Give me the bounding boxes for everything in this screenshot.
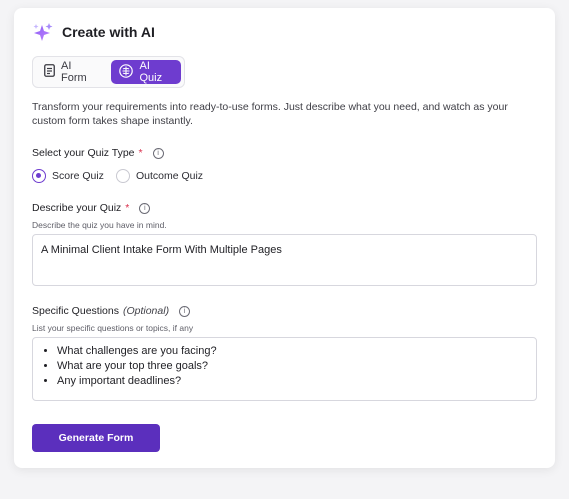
sparkle-icon <box>32 22 54 42</box>
optional-tag: (Optional) <box>122 305 170 317</box>
panel-header: Create with AI <box>32 20 155 44</box>
outcome-quiz-label: Outcome Quiz <box>135 170 204 182</box>
quiz-type-label-text: Select your Quiz Type <box>32 147 135 159</box>
ai-quiz-tab[interactable]: AI Quiz <box>111 60 181 84</box>
info-icon[interactable]: i <box>179 305 191 317</box>
mode-toggle: AI Form AI Quiz <box>32 56 185 88</box>
score-quiz-radio[interactable] <box>32 169 46 183</box>
ai-quiz-label: AI Quiz <box>139 60 163 84</box>
specific-questions-label: Specific Questions (Optional) i <box>32 305 191 317</box>
specific-questions-textarea[interactable]: What challenges are you facing? What are… <box>32 337 537 401</box>
score-quiz-option[interactable]: Score Quiz <box>32 169 104 183</box>
ai-form-label: AI Form <box>61 60 87 84</box>
brain-icon <box>119 63 134 81</box>
specific-questions-label-text: Specific Questions <box>32 305 119 317</box>
specific-questions-helper: List your specific questions or topics, … <box>32 323 194 333</box>
describe-quiz-label: Describe your Quiz * i <box>32 202 151 214</box>
panel-title: Create with AI <box>62 24 155 40</box>
document-icon <box>44 64 55 80</box>
ai-form-tab[interactable]: AI Form <box>36 60 107 84</box>
required-mark: * <box>125 202 130 214</box>
score-quiz-label: Score Quiz <box>52 170 104 182</box>
info-icon[interactable]: i <box>152 147 164 159</box>
describe-quiz-label-text: Describe your Quiz <box>32 202 122 214</box>
list-item: What are your top three goals? <box>57 359 528 374</box>
outcome-quiz-radio[interactable] <box>115 169 130 183</box>
list-item: Any important deadlines? <box>57 374 528 389</box>
outcome-quiz-option[interactable]: Outcome Quiz <box>115 169 204 183</box>
required-mark: * <box>138 147 143 159</box>
describe-quiz-helper: Describe the quiz you have in mind. <box>32 220 167 230</box>
info-icon[interactable]: i <box>139 202 151 214</box>
intro-description: Transform your requirements into ready-t… <box>32 101 508 127</box>
quiz-type-label: Select your Quiz Type * i <box>32 147 164 159</box>
list-item: What challenges are you facing? <box>57 344 528 359</box>
describe-quiz-textarea[interactable]: A Minimal Client Intake Form With Multip… <box>32 234 537 286</box>
quiz-type-radio-group: Score Quiz Outcome Quiz <box>32 169 203 183</box>
generate-form-button[interactable]: Generate Form <box>32 424 160 452</box>
create-with-ai-panel: Create with AI AI Form AI Quiz Transform… <box>14 8 555 468</box>
questions-list: What challenges are you facing? What are… <box>41 344 528 389</box>
